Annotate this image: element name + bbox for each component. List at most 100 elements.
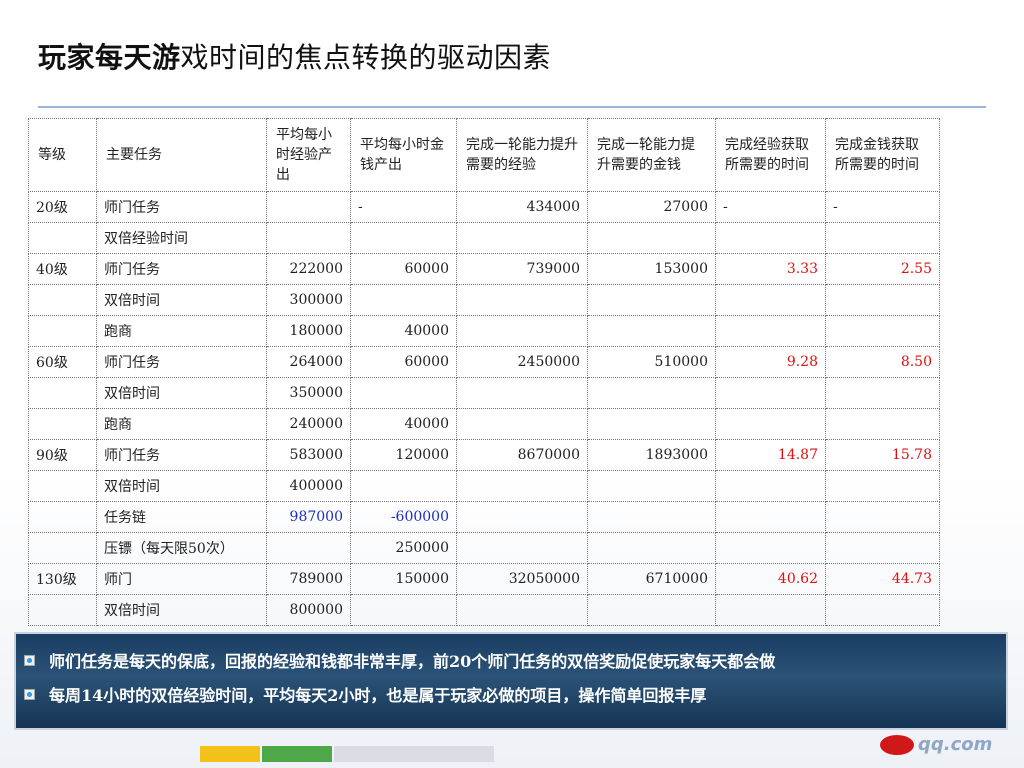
cell-time-exp: 9.28 xyxy=(715,346,826,378)
slide: 玩家每天游戏时间的焦点转换的驱动因素 等级 主要任务 平均每小时经验产出 平均每… xyxy=(0,0,1024,768)
cell-exp-per-hour: 400000 xyxy=(266,470,351,502)
cell-exp-per-hour: 987000 xyxy=(266,501,351,533)
cell-money-per-hour: 120000 xyxy=(350,439,457,471)
cell-need-exp xyxy=(456,408,588,440)
title-bold-part: 玩家每天游 xyxy=(38,41,181,74)
header-need-exp: 完成一轮能力提升需要的经验 xyxy=(456,118,588,192)
cell-task: 双倍经验时间 xyxy=(96,222,267,254)
cell-time-exp xyxy=(715,377,826,409)
cell-task: 压镖（每天限50次） xyxy=(96,532,267,564)
table-row: 90级 师门任务 583000 120000 8670000 1893000 14.87 15… xyxy=(28,439,940,471)
cell-money-per-hour: 250000 xyxy=(350,532,457,564)
cell-level xyxy=(28,594,97,626)
cell-time-money xyxy=(825,501,940,533)
cell-time-money xyxy=(825,594,940,626)
cell-exp-per-hour: 350000 xyxy=(266,377,351,409)
brand-logo: qq.com xyxy=(880,734,992,755)
cell-need-money xyxy=(587,315,716,347)
cell-money-per-hour xyxy=(350,377,457,409)
bullet-text: 每周14小时的双倍经验时间，平均每天2小时，也是属于玩家必做的项目，操作简单回报… xyxy=(49,686,707,705)
cell-time-exp: - xyxy=(715,191,826,223)
table-row: 双倍时间 400000 xyxy=(28,470,940,502)
cell-need-exp: 2450000 xyxy=(456,346,588,378)
cell-need-exp xyxy=(456,594,588,626)
cell-time-money xyxy=(825,315,940,347)
cell-task: 双倍时间 xyxy=(96,470,267,502)
footer-decor-green xyxy=(262,746,332,762)
cell-time-money xyxy=(825,284,940,316)
cell-exp-per-hour: 180000 xyxy=(266,315,351,347)
cell-need-exp: 739000 xyxy=(456,253,588,285)
cell-level xyxy=(28,284,97,316)
cell-task: 跑商 xyxy=(96,408,267,440)
title-underline xyxy=(38,106,986,108)
table-row: 20级 师门任务 -434000 27000- - xyxy=(28,191,940,223)
table-row: 任务链 987000 -600000 xyxy=(28,501,940,533)
cell-time-money: - xyxy=(825,191,940,223)
cell-money-per-hour: 40000 xyxy=(350,315,457,347)
cell-time-exp: 14.87 xyxy=(715,439,826,471)
cell-time-money: 44.73 xyxy=(825,563,940,595)
cell-need-exp xyxy=(456,222,588,254)
footer-decor-grey xyxy=(334,746,494,762)
cell-need-money xyxy=(587,532,716,564)
cell-task: 双倍时间 xyxy=(96,594,267,626)
cell-need-money: 6710000 xyxy=(587,563,716,595)
bullet-item: 师们任务是每天的保底，回报的经验和钱都非常丰厚，前20个师门任务的双倍奖励促使玩… xyxy=(24,648,775,672)
footer-decor-yellow xyxy=(200,746,260,762)
cell-time-money xyxy=(825,377,940,409)
cell-need-exp xyxy=(456,532,588,564)
table-header-row: 等级 主要任务 平均每小时经验产出 平均每小时金钱产出 完成一轮能力提升需要的经… xyxy=(28,118,940,192)
cell-exp-per-hour: 583000 xyxy=(266,439,351,471)
cell-exp-per-hour: 240000 xyxy=(266,408,351,440)
cell-exp-per-hour xyxy=(266,532,351,564)
cell-time-money xyxy=(825,408,940,440)
cell-time-exp xyxy=(715,408,826,440)
cell-time-exp xyxy=(715,470,826,502)
cell-time-exp xyxy=(715,284,826,316)
cell-money-per-hour: 60000 xyxy=(350,346,457,378)
cell-money-per-hour: 150000 xyxy=(350,563,457,595)
cell-task: 双倍时间 xyxy=(96,284,267,316)
cell-level xyxy=(28,501,97,533)
cell-time-exp xyxy=(715,222,826,254)
logo-text: qq.com xyxy=(918,734,993,755)
header-task: 主要任务 xyxy=(96,118,267,192)
logo-mark-icon xyxy=(880,734,914,755)
header-need-money: 完成一轮能力提升需要的金钱 xyxy=(587,118,716,192)
table-row: 跑商 180000 40000 xyxy=(28,315,940,347)
cell-exp-per-hour: 264000 xyxy=(266,346,351,378)
cell-task: 师门任务 xyxy=(96,191,267,223)
cell-level xyxy=(28,315,97,347)
table-row: 40级 师门任务 222000 60000 739000 153000 3.33 2.55 xyxy=(28,253,940,285)
cell-task: 跑商 xyxy=(96,315,267,347)
cell-need-exp: 32050000 xyxy=(456,563,588,595)
cell-money-per-hour: - xyxy=(350,191,457,223)
cell-time-money: 15.78 xyxy=(825,439,940,471)
table-row: 压镖（每天限50次） 250000 xyxy=(28,532,940,564)
cell-exp-per-hour: 789000 xyxy=(266,563,351,595)
table-row: 130级 师门 789000 150000 32050000 6710000 40.62 44… xyxy=(28,563,940,595)
cell-money-per-hour xyxy=(350,470,457,502)
cell-need-money xyxy=(587,501,716,533)
cell-exp-per-hour: 800000 xyxy=(266,594,351,626)
cell-need-money xyxy=(587,377,716,409)
cell-need-exp xyxy=(456,470,588,502)
cell-level xyxy=(28,532,97,564)
cell-exp-per-hour xyxy=(266,191,351,223)
cell-need-money: 153000 xyxy=(587,253,716,285)
cell-time-money: 8.50 xyxy=(825,346,940,378)
cell-exp-per-hour: 300000 xyxy=(266,284,351,316)
cell-task: 师门 xyxy=(96,563,267,595)
cell-need-money: 510000 xyxy=(587,346,716,378)
cell-need-money: 27000 xyxy=(587,191,716,223)
cell-time-exp xyxy=(715,315,826,347)
bullet-icon xyxy=(24,654,35,666)
header-exp-per-hour: 平均每小时经验产出 xyxy=(266,118,351,192)
cell-exp-per-hour: 222000 xyxy=(266,253,351,285)
cell-need-money xyxy=(587,470,716,502)
cell-need-money xyxy=(587,594,716,626)
cell-need-exp xyxy=(456,501,588,533)
cell-level: 90级 xyxy=(28,439,97,471)
cell-task: 师门任务 xyxy=(96,253,267,285)
